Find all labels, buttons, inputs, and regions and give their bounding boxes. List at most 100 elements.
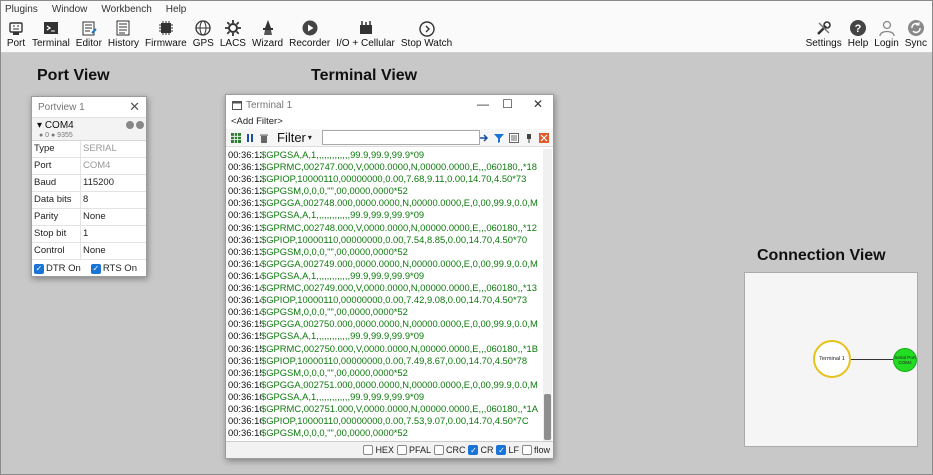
property-key: Data bits [34, 194, 72, 205]
grid-icon[interactable] [229, 131, 243, 145]
terminal-line: 00:36:16$GPIOP,10000110,00000000,0.00,7.… [226, 415, 544, 427]
scrollbar-thumb[interactable] [544, 394, 551, 440]
property-value[interactable]: 8 [80, 192, 146, 208]
property-value[interactable]: 1 [80, 226, 146, 242]
checkbox-label: CR [480, 445, 494, 455]
line-message: $GPGGA,002748.000,0000.0000,N,00000.0000… [261, 197, 538, 209]
line-timestamp: 00:36:12 [228, 185, 261, 197]
port-flags: ✓ DTR On ✓ RTS On [32, 260, 146, 277]
terminal-line: 00:36:15$GPGGA,002750.000,0000.0000,N,00… [226, 318, 544, 330]
connection-view-canvas[interactable]: Terminal 1 Serial Port COM4 [744, 272, 918, 447]
trash-icon[interactable] [257, 131, 271, 145]
option-crc-checkbox[interactable]: CRC [433, 445, 465, 455]
property-key: Port [34, 160, 52, 171]
checkbox-checked-icon: ✓ [90, 263, 101, 274]
property-key: Type [34, 143, 55, 154]
terminal-titlebar[interactable]: Terminal 1 — ☐ ✕ [226, 95, 553, 115]
lacs-tool-button[interactable]: LACS [217, 17, 249, 51]
maximize-icon[interactable]: ☐ [502, 97, 513, 111]
login-tool-button[interactable]: Login [871, 17, 901, 51]
menu-workbench[interactable]: Workbench [101, 3, 151, 17]
recorder-tool-button[interactable]: Recorder [286, 17, 333, 51]
portview-titlebar[interactable]: Portview 1 ✕ [32, 97, 146, 117]
option-cr-checkbox[interactable]: ✓ CR [468, 445, 493, 455]
editor-tool-label: Editor [75, 38, 102, 49]
line-timestamp: 00:36:15 [228, 330, 261, 342]
minimize-icon[interactable]: — [477, 97, 489, 111]
pin-icon[interactable] [522, 131, 536, 145]
funnel-icon[interactable] [492, 131, 506, 145]
editor-tool-button[interactable]: Editor [73, 17, 105, 51]
stop-watch-tool-button[interactable]: Stop Watch [398, 17, 455, 51]
editor-icon [79, 18, 99, 38]
terminal-line: 00:36:12$GPRMC,002747.000,V,0000.0000,N,… [226, 161, 544, 173]
terminal-tool-button[interactable]: Terminal [29, 17, 73, 51]
firmware-tool-button[interactable]: Firmware [142, 17, 190, 51]
settings-tool-label: Settings [805, 38, 842, 49]
property-value[interactable]: None [80, 243, 146, 259]
terminal-scrollbar[interactable] [543, 149, 552, 442]
option-pfal-checkbox[interactable]: PFAL [396, 445, 431, 455]
close-icon[interactable]: ✕ [533, 97, 543, 111]
property-row-baud: Baud 115200 [32, 175, 146, 192]
filter-dropdown-icon[interactable]: ▾ [308, 133, 312, 142]
menu-help[interactable]: Help [166, 3, 187, 17]
line-timestamp: 00:36:12 [228, 161, 261, 173]
help-tool-button[interactable]: ? Help [845, 17, 872, 51]
line-message: $GPIOP,10000110,00000000,0.00,7.68,9.11,… [261, 173, 527, 185]
export-icon[interactable] [477, 131, 491, 145]
history-tool-button[interactable]: History [105, 17, 142, 51]
firmware-icon [156, 18, 176, 38]
close-terminal-icon[interactable] [537, 131, 551, 145]
gps-tool-button[interactable]: GPS [190, 17, 217, 51]
gps-tool-label: GPS [192, 38, 214, 49]
checkbox-label: HEX [375, 445, 394, 455]
property-value[interactable]: None [80, 209, 146, 225]
filter-input[interactable] [322, 130, 480, 145]
terminal-node[interactable]: Terminal 1 [813, 340, 851, 378]
line-timestamp: 00:36:16 [228, 402, 261, 414]
wizard-icon [258, 18, 278, 38]
port-node[interactable]: Serial Port COM4 [893, 348, 917, 372]
wizard-tool-button[interactable]: Wizard [249, 17, 286, 51]
pause-icon[interactable] [243, 131, 257, 145]
terminal-line: 00:36:15$GPGSM,0,0,0,"",00,0000,0000*52 [226, 367, 544, 379]
line-message: $GPIOP,10000110,00000000,0.00,7.49,8.67,… [261, 354, 528, 366]
settings-tool-button[interactable]: Settings [803, 17, 845, 51]
port-tool-label: Port [6, 38, 26, 49]
port-tool-button[interactable]: Port [3, 17, 29, 51]
line-message: $GPRMC,002747.000,V,0000.0000,N,00000.00… [261, 161, 537, 173]
checkbox-checked-icon: ✓ [34, 263, 44, 274]
line-message: $GPRMC,002751.000,V,0000.0000,N,00000.00… [261, 402, 538, 414]
list-icon[interactable] [507, 131, 521, 145]
property-key: Control [34, 245, 65, 256]
option-lf-checkbox[interactable]: ✓ LF [496, 445, 519, 455]
minimize-circle-icon[interactable] [126, 121, 134, 129]
line-timestamp: 00:36:13 [228, 209, 261, 221]
property-row-control: Control None [32, 243, 146, 260]
terminal-options-bar: HEX PFAL CRC ✓ CR ✓ LF flow [226, 441, 553, 458]
terminal-line: 00:36:16$GPRMC,002751.000,V,0000.0000,N,… [226, 403, 544, 415]
terminal-line: 00:36:16$GPGGA,002751.000,0000.0000,N,00… [226, 379, 544, 391]
line-message: $GPRMC,002750.000,V,0000.0000,N,00000.00… [261, 342, 538, 354]
property-value[interactable]: 115200 [80, 175, 146, 191]
terminal-line: 00:36:12$GPGSA,A,1,,,,,,,,,,,,,99.9,99.9… [226, 149, 544, 161]
i-o-cellular-tool-button[interactable]: I/O + Cellular [333, 17, 398, 51]
port-device-header[interactable]: ▾ COM4 ● 0 ● 9355 [32, 117, 146, 141]
option-flow-checkbox[interactable]: flow [521, 445, 550, 455]
checkbox-label: DTR On [46, 263, 81, 274]
add-filter-link[interactable]: <Add Filter> [226, 115, 553, 129]
option-hex-checkbox[interactable]: HEX [363, 445, 394, 455]
line-message: $GPRMC,002748.000,V,0000.0000,N,00000.00… [261, 221, 537, 233]
dtr-on-checkbox[interactable]: ✓ DTR On [34, 263, 81, 274]
svg-text:?: ? [855, 23, 862, 35]
rts-on-checkbox[interactable]: ✓ RTS On [90, 263, 137, 274]
terminal-output[interactable]: 00:36:12$GPGSA,A,1,,,,,,,,,,,,,99.9,99.9… [226, 149, 544, 442]
close-icon[interactable]: ✕ [129, 99, 140, 115]
menu-window[interactable]: Window [52, 3, 88, 17]
close-circle-icon[interactable] [136, 121, 144, 129]
menu-plugins[interactable]: Plugins [5, 3, 38, 17]
checkbox-checked-icon: ✓ [496, 445, 507, 455]
sync-tool-button[interactable]: Sync [902, 17, 930, 51]
line-timestamp: 00:36:16 [228, 390, 261, 402]
